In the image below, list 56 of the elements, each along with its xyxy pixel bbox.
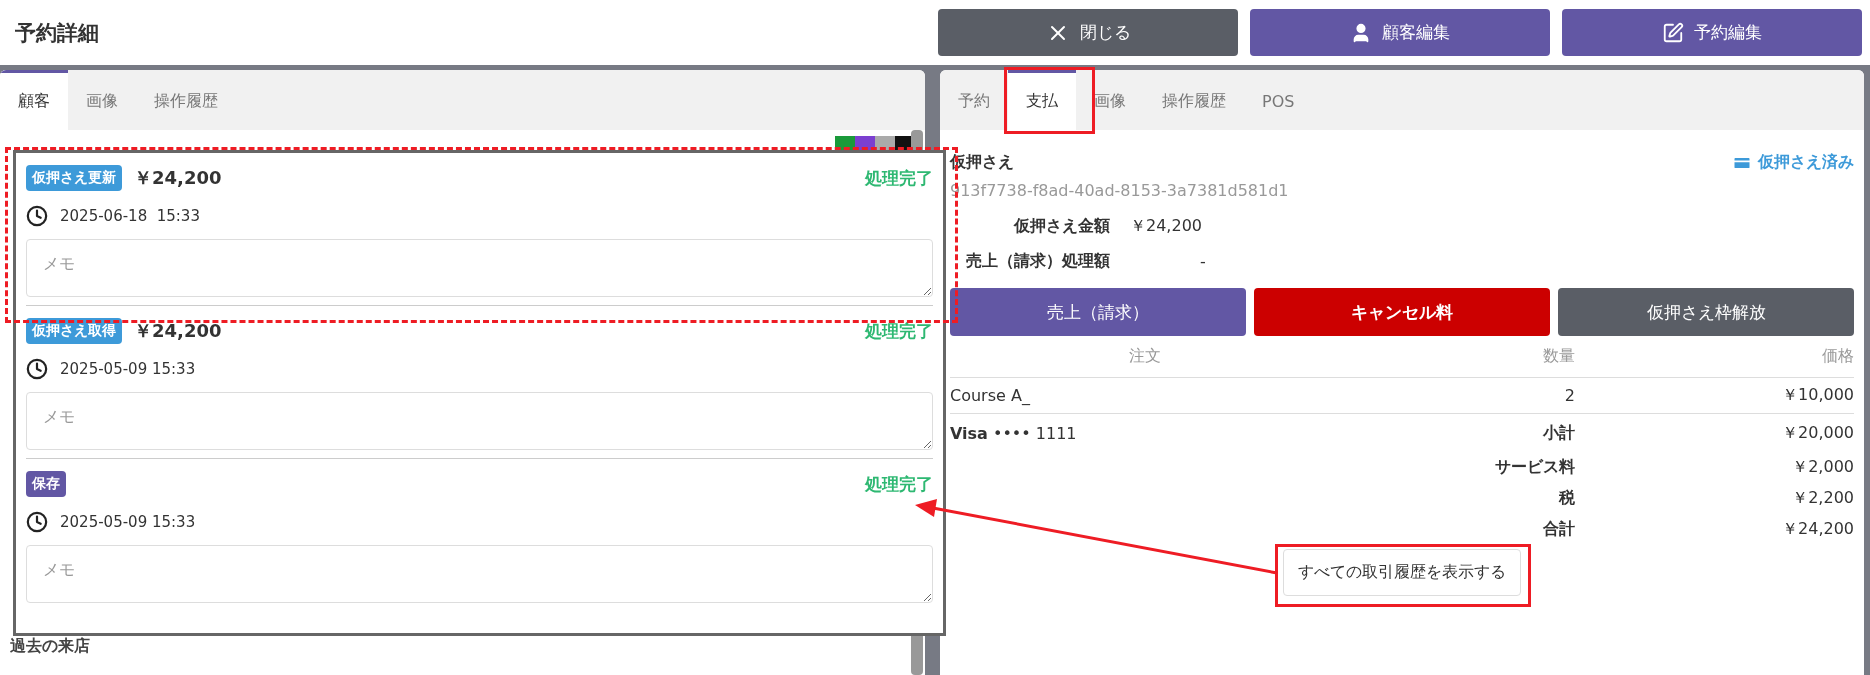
timestamp: 2025-05-09 15:33 xyxy=(60,360,196,378)
type-badge: 仮押さえ更新 xyxy=(26,165,122,191)
close-button[interactable]: 閉じる xyxy=(938,9,1238,56)
field-label: 仮押さえ金額 xyxy=(1012,216,1110,237)
summary-value: ￥24,200 xyxy=(1781,519,1854,540)
summary-label: 合計 xyxy=(1542,519,1575,540)
summary-value: ￥20,000 xyxy=(1781,422,1854,444)
summary-label: サービス料 xyxy=(1494,457,1575,478)
memo-field[interactable]: メモ xyxy=(26,545,933,603)
column-header: 価格 xyxy=(1821,346,1854,367)
table-cell-text: 2 xyxy=(1563,386,1575,405)
column-header: 注文 xyxy=(1128,346,1162,367)
summary-value: ￥2,000 xyxy=(1791,457,1854,478)
charge-button[interactable]: 売上（請求） xyxy=(950,288,1246,336)
status-text: 処理完了 xyxy=(865,472,933,496)
table-cell-text: ￥10,000 xyxy=(1781,385,1854,406)
field-label: 売上（請求）処理額 xyxy=(965,251,1110,272)
field-value: ￥24,200 xyxy=(1130,216,1203,237)
cancel-fee-button[interactable]: キャンセル料 xyxy=(1254,288,1550,336)
amount: ￥24,200 xyxy=(134,166,222,190)
clock-icon xyxy=(26,511,48,533)
customer-edit-button[interactable]: 顧客編集 xyxy=(1250,9,1550,56)
panel-tab[interactable]: 支払 xyxy=(1008,70,1076,130)
memo-field[interactable]: メモ xyxy=(26,392,933,450)
reservation-edit-button[interactable]: 予約編集 xyxy=(1562,9,1862,56)
column-header: 数量 xyxy=(1542,346,1575,367)
panel-tab[interactable]: 画像 xyxy=(68,70,136,130)
type-badge: 仮押さえ取得 xyxy=(26,318,122,344)
panel-tab[interactable]: 操作履歴 xyxy=(136,70,236,130)
hold-status-link[interactable]: 仮押さえ済み xyxy=(1732,152,1854,173)
memo-field[interactable]: メモ xyxy=(26,239,933,297)
type-badge: 保存 xyxy=(26,471,66,497)
timestamp: 2025-06-18 15:33 xyxy=(60,207,200,225)
panel-tab[interactable]: 画像 xyxy=(1076,70,1144,130)
clock-icon xyxy=(26,205,48,227)
page-title: 予約詳細 xyxy=(15,19,100,47)
panel-tab[interactable]: 操作履歴 xyxy=(1144,70,1244,130)
field-value: - xyxy=(1199,252,1207,271)
panel-tab[interactable]: 予約 xyxy=(940,70,1008,130)
summary-value: ￥2,200 xyxy=(1791,488,1854,509)
clock-icon xyxy=(26,358,48,380)
amount: ￥24,200 xyxy=(134,319,222,343)
summary-label: 小計 xyxy=(1542,422,1575,444)
payment-method: Visa •••• 1111 xyxy=(950,423,1078,443)
section-label: 過去の来店 xyxy=(10,636,90,657)
panel-tab[interactable]: POS xyxy=(1244,70,1313,130)
history-button[interactable]: すべての取引履歴を表示する xyxy=(1283,549,1521,596)
timestamp: 2025-05-09 15:33 xyxy=(60,513,196,531)
panel-tab[interactable]: 顧客 xyxy=(0,70,68,130)
status-text: 処理完了 xyxy=(865,166,933,190)
summary-label: 税 xyxy=(1557,488,1575,509)
table-cell-text: Course A_ xyxy=(950,386,1031,405)
status-text: 処理完了 xyxy=(865,319,933,343)
release-hold-button[interactable]: 仮押さえ枠解放 xyxy=(1558,288,1854,336)
hold-id: 913f7738-f8ad-40ad-8153-3a7381d581d1 xyxy=(950,181,1290,200)
edit-icon xyxy=(1662,21,1684,44)
